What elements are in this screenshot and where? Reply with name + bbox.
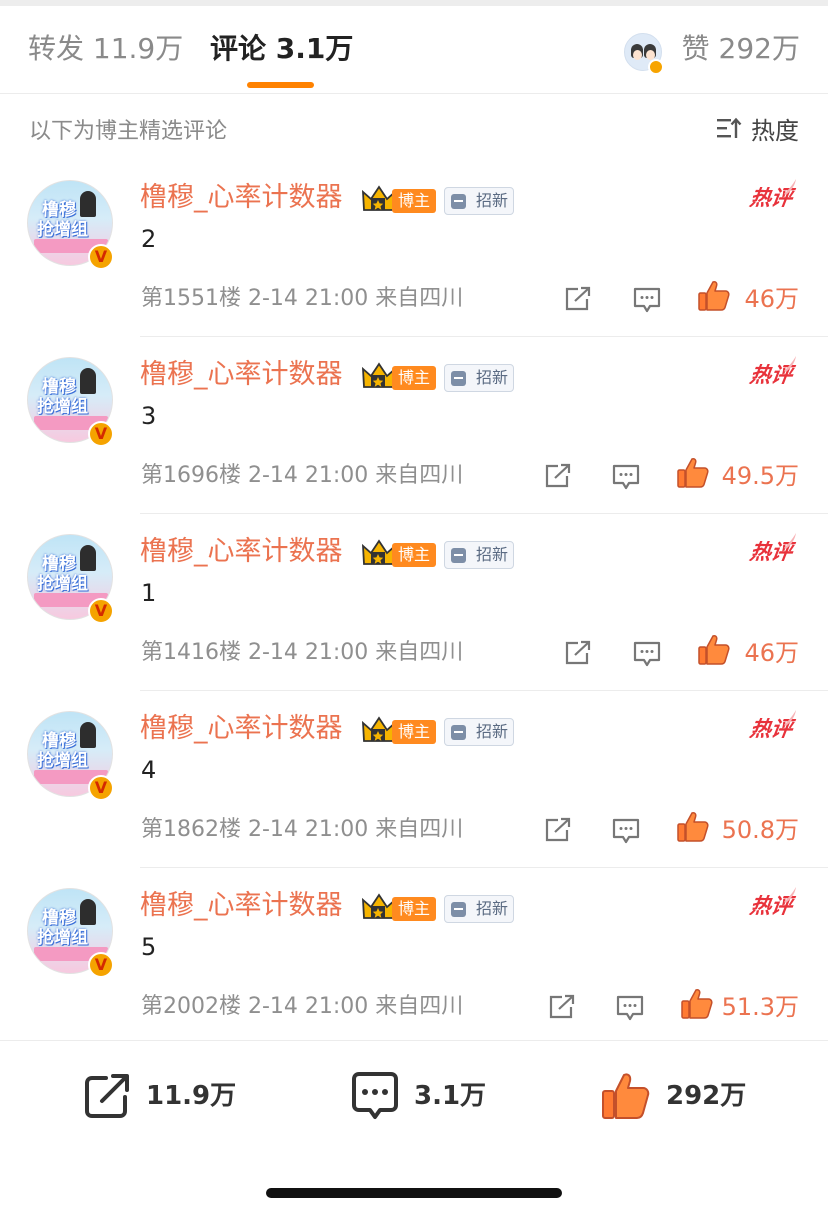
comment-count[interactable]: 3.1万 xyxy=(414,1079,486,1113)
document-icon xyxy=(451,371,466,386)
tab-comment[interactable]: 评论 3.1万 xyxy=(210,30,353,68)
share-icon[interactable] xyxy=(564,640,592,666)
author-badge: 博主 xyxy=(392,897,437,921)
recruit-tag[interactable]: 招新 xyxy=(444,541,514,569)
comment-meta: 第1862楼 2-14 21:00 来自四川 xyxy=(141,817,464,842)
recruit-tag-label: 招新 xyxy=(476,722,509,741)
comment-content: 2 xyxy=(141,225,157,253)
recruit-tag[interactable]: 招新 xyxy=(444,718,514,746)
share-icon[interactable] xyxy=(544,463,572,489)
document-icon xyxy=(451,548,466,563)
verified-icon: V xyxy=(88,421,114,447)
tab-repost[interactable]: 转发 11.9万 xyxy=(28,30,183,68)
verified-icon: V xyxy=(88,244,114,270)
comment-item: 橹穆 抢增组 V 橹穆_心率计数器 博主 招新 热评 2 第1551楼 2-14… xyxy=(0,160,828,337)
sort-icon[interactable] xyxy=(716,116,742,140)
thumbs-up-icon[interactable] xyxy=(676,456,710,490)
comment-meta: 第2002楼 2-14 21:00 来自四川 xyxy=(141,994,464,1019)
comment-item: 橹穆 抢增组 V 橹穆_心率计数器 博主 招新 热评 4 第1862楼 2-14… xyxy=(0,691,828,868)
avatar-text-line2: 抢增组 xyxy=(37,574,88,594)
like-count[interactable]: 46万 xyxy=(744,638,799,668)
recruit-tag-label: 招新 xyxy=(476,191,509,210)
comment-icon[interactable] xyxy=(350,1071,400,1121)
recruit-tag[interactable]: 招新 xyxy=(444,364,514,392)
avatar-text-line2: 抢增组 xyxy=(37,220,88,240)
verified-icon xyxy=(648,59,664,75)
home-indicator[interactable] xyxy=(266,1188,562,1198)
comment-username[interactable]: 橹穆_心率计数器 xyxy=(140,711,343,747)
avatar-text-line2: 抢增组 xyxy=(37,928,88,948)
verified-icon: V xyxy=(88,952,114,978)
thumbs-up-icon[interactable] xyxy=(601,1071,651,1121)
comment-content: 1 xyxy=(141,579,157,607)
comment-username[interactable]: 橹穆_心率计数器 xyxy=(140,180,343,216)
verified-icon: V xyxy=(88,775,114,801)
share-icon[interactable] xyxy=(544,817,572,843)
author-badge: 博主 xyxy=(392,720,437,744)
recruit-tag[interactable]: 招新 xyxy=(444,895,514,923)
share-icon[interactable] xyxy=(82,1071,132,1121)
comment-meta: 第1416楼 2-14 21:00 来自四川 xyxy=(141,640,464,665)
comment-item: 橹穆 抢增组 V 橹穆_心率计数器 博主 招新 热评 3 第1696楼 2-14… xyxy=(0,337,828,514)
reply-icon[interactable] xyxy=(616,994,644,1022)
tab-bar: 转发 11.9万 评论 3.1万 赞 292万 xyxy=(0,6,828,94)
comment-meta: 第1551楼 2-14 21:00 来自四川 xyxy=(141,286,464,311)
section-title: 以下为博主精选评论 xyxy=(29,119,228,144)
thumbs-up-icon[interactable] xyxy=(697,279,731,313)
hot-flame-icon xyxy=(784,533,796,549)
hot-flame-icon xyxy=(784,356,796,372)
thumbs-up-icon[interactable] xyxy=(680,987,714,1021)
like-count[interactable]: 49.5万 xyxy=(722,461,799,491)
recruit-tag-label: 招新 xyxy=(476,545,509,564)
recruit-tag-label: 招新 xyxy=(476,899,509,918)
thumbs-up-icon[interactable] xyxy=(697,633,731,667)
avatar-text-line2: 抢增组 xyxy=(37,751,88,771)
like-count[interactable]: 51.3万 xyxy=(722,992,799,1022)
like-count[interactable]: 50.8万 xyxy=(722,815,799,845)
tab-like[interactable]: 赞 292万 xyxy=(682,30,800,68)
comment-item: 橹穆 抢增组 V 橹穆_心率计数器 博主 招新 热评 1 第1416楼 2-14… xyxy=(0,514,828,691)
comment-meta: 第1696楼 2-14 21:00 来自四川 xyxy=(141,463,464,488)
reply-icon[interactable] xyxy=(633,286,661,314)
sort-button[interactable]: 热度 xyxy=(751,111,799,146)
avatar-text-line2: 抢增组 xyxy=(37,397,88,417)
recruit-tag-label: 招新 xyxy=(476,368,509,387)
comment-username[interactable]: 橹穆_心率计数器 xyxy=(140,888,343,924)
hot-flame-icon xyxy=(784,179,796,195)
comment-content: 5 xyxy=(141,933,157,961)
reply-icon[interactable] xyxy=(612,463,640,491)
repost-count[interactable]: 11.9万 xyxy=(146,1079,236,1113)
share-icon[interactable] xyxy=(564,286,592,312)
verified-icon: V xyxy=(88,598,114,624)
document-icon xyxy=(451,725,466,740)
comment-username[interactable]: 橹穆_心率计数器 xyxy=(140,534,343,570)
tab-active-indicator xyxy=(247,82,314,88)
author-badge: 博主 xyxy=(392,366,437,390)
document-icon xyxy=(451,902,466,917)
share-icon[interactable] xyxy=(548,994,576,1020)
comment-content: 4 xyxy=(141,756,157,784)
document-icon xyxy=(451,194,466,209)
bottom-action-bar: 11.9万 3.1万 292万 xyxy=(0,1040,828,1150)
comment-username[interactable]: 橹穆_心率计数器 xyxy=(140,357,343,393)
comment-item: 橹穆 抢增组 V 橹穆_心率计数器 博主 招新 热评 5 第2002楼 2-14… xyxy=(0,868,828,1045)
author-badge: 博主 xyxy=(392,189,437,213)
reply-icon[interactable] xyxy=(633,640,661,668)
thumbs-up-icon[interactable] xyxy=(676,810,710,844)
hot-flame-icon xyxy=(784,887,796,903)
section-header: 以下为博主精选评论 热度 xyxy=(0,95,828,161)
like-count-total[interactable]: 292万 xyxy=(666,1079,746,1113)
recruit-tag[interactable]: 招新 xyxy=(444,187,514,215)
comment-content: 3 xyxy=(141,402,157,430)
hot-flame-icon xyxy=(784,710,796,726)
reply-icon[interactable] xyxy=(612,817,640,845)
author-badge: 博主 xyxy=(392,543,437,567)
like-count[interactable]: 46万 xyxy=(744,284,799,314)
